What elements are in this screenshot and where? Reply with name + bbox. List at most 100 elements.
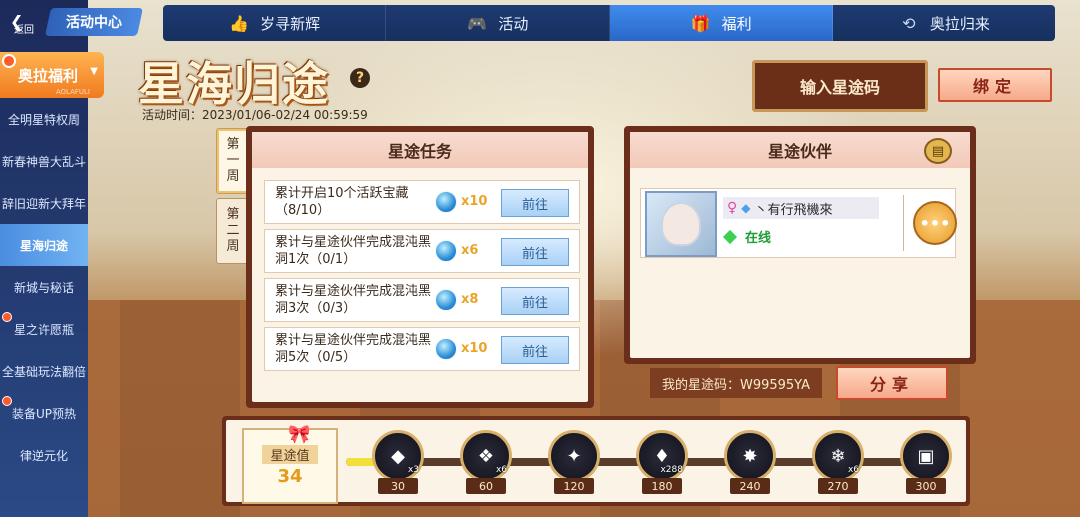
- sidebar: ❮ 返回 奥拉福利 ▼ AOLAFULI 全明星特权周 新春神兽大乱斗 辞旧迎新大拜…: [0, 0, 104, 517]
- activity-center-title: 活动中心: [45, 8, 143, 36]
- sidebar-item-label: 装备UP预热: [11, 406, 77, 421]
- sidebar-item[interactable]: 新春神兽大乱斗: [0, 140, 88, 182]
- tab-2[interactable]: 🎁 福利: [609, 5, 833, 41]
- book-icon[interactable]: ▤: [924, 138, 952, 164]
- star-value-label: 星途值: [262, 445, 318, 464]
- tab-0[interactable]: 👍 岁寻新辉: [163, 5, 387, 41]
- fox-mask-icon: ✦: [566, 445, 582, 467]
- reward-qty: x10: [461, 341, 488, 356]
- activity-center-label: 活动中心: [66, 15, 122, 31]
- golden-badge-icon: ✸: [742, 445, 758, 467]
- help-icon[interactable]: ?: [350, 68, 370, 88]
- reward-threshold: 180: [642, 478, 682, 494]
- category-dropdown[interactable]: 奥拉福利 ▼ AOLAFULI: [0, 52, 104, 98]
- go-button[interactable]: 前往: [501, 287, 569, 315]
- tab-label: 奥拉归来: [929, 14, 990, 33]
- avatar[interactable]: [645, 191, 717, 257]
- return-icon: ⟲: [902, 13, 916, 33]
- sidebar-item[interactable]: 装备UP预热: [0, 392, 88, 434]
- task-row: 累计与星途伙伴完成混沌黑洞3次（0/3） x8 前往: [264, 278, 580, 322]
- chat-button[interactable]: •••: [913, 201, 957, 245]
- category-sub: AOLAFULI: [55, 88, 90, 96]
- week-1-char: 周: [226, 169, 240, 184]
- gem-reward-icon: [435, 240, 457, 262]
- reward-qty: x6: [847, 465, 859, 475]
- back-arrow-icon: ❮: [10, 12, 24, 31]
- sidebar-item-label: 全明星特权周: [7, 112, 80, 127]
- reward-qty: x6: [495, 465, 507, 475]
- enter-code-button[interactable]: 输入星途码: [752, 60, 928, 112]
- enter-code-label: 输入星途码: [799, 78, 880, 97]
- reward-slot[interactable]: ▣: [900, 430, 952, 482]
- clock-badge-icon: [2, 396, 12, 406]
- go-button[interactable]: 前往: [501, 336, 569, 364]
- go-button[interactable]: 前往: [501, 238, 569, 266]
- tab-week-1[interactable]: 第 一 周: [216, 128, 250, 194]
- sidebar-item[interactable]: 全基础玩法翻倍: [0, 350, 88, 392]
- week-2-char: 第: [226, 207, 240, 222]
- category-label: 奥拉福利: [18, 66, 79, 85]
- task-board-title: 星途任务: [252, 132, 588, 168]
- chat-bubble-icon: •••: [919, 213, 951, 233]
- task-row: 累计开启10个活跃宝藏（8/10） x10 前往: [264, 180, 580, 224]
- task-board-inner: 星途任务 累计开启10个活跃宝藏（8/10） x10 前往 累计与星途伙伴完成混沌黑洞…: [252, 132, 588, 402]
- tab-week-2[interactable]: 第 二 周: [216, 198, 250, 264]
- sidebar-item-label: 星之许愿瓶: [13, 322, 74, 337]
- reward-qty: x3: [407, 465, 419, 475]
- back-button[interactable]: ❮ 返回: [4, 8, 44, 36]
- divider: [903, 195, 904, 251]
- task-desc: 累计开启10个活跃宝藏（8/10）: [275, 186, 409, 218]
- sidebar-item[interactable]: 律逆元化: [0, 434, 88, 476]
- partner-board-title: 星途伙伴: [630, 132, 970, 168]
- star-value-card: 🎀 星途值 34: [242, 424, 338, 504]
- share-button[interactable]: 分享: [836, 366, 948, 400]
- reward-slot[interactable]: ◆ x3: [372, 430, 424, 482]
- gem-reward-icon: [435, 191, 457, 213]
- sidebar-item-label: 全基础玩法翻倍: [1, 364, 86, 379]
- my-star-code: 我的星途码：W99595YA: [650, 368, 822, 398]
- bind-button[interactable]: 绑定: [938, 68, 1052, 102]
- sidebar-item[interactable]: 全明星特权周: [0, 98, 88, 140]
- go-button[interactable]: 前往: [501, 189, 569, 217]
- sidebar-item-label: 星海归途: [19, 238, 68, 253]
- reward-slot[interactable]: ✦: [548, 430, 600, 482]
- sidebar-item[interactable]: 星之许愿瓶: [0, 308, 88, 350]
- task-row: 累计与星途伙伴完成混沌黑洞1次（0/1） x6 前往: [264, 229, 580, 273]
- top-nav: 👍 岁寻新辉 🎮 活动 🎁 福利 ⟲ 奥拉归来: [163, 5, 1055, 41]
- clock-icon: [2, 54, 16, 68]
- reward-qty: x10: [461, 194, 488, 209]
- reward-slot[interactable]: ✸: [724, 430, 776, 482]
- tab-label: 活动: [498, 14, 529, 33]
- sidebar-item[interactable]: 星海归途: [0, 224, 88, 266]
- partner-board-inner: 星途伙伴 ▤ ♀ ◆ 丶有行飛機來 在线 •••: [630, 132, 970, 358]
- sidebar-item-label: 律逆元化: [19, 448, 68, 463]
- tab-label: 岁寻新辉: [260, 14, 321, 33]
- partner-name-row: ♀ ◆ 丶有行飛機來: [723, 197, 879, 219]
- reward-threshold: 300: [906, 478, 946, 494]
- reward-slot[interactable]: ♦ x288: [636, 430, 688, 482]
- reward-threshold: 60: [466, 478, 506, 494]
- sidebar-item-label: 辞旧迎新大拜年: [1, 196, 86, 211]
- task-desc: 累计与星途伙伴完成混沌黑洞5次（0/5）: [275, 333, 432, 365]
- reward-threshold: 120: [554, 478, 594, 494]
- page-title: 星海归途: [138, 57, 330, 111]
- progress-track: 🎀 星途值 34 ◆ x3 30 ❖ x6 60 ✦ 120 ♦ x288 180 ✸ 240 ❄ x6 27…: [222, 416, 970, 506]
- partner-name: 丶有行飛機來: [754, 202, 833, 218]
- progress-track-inner: 🎀 星途值 34 ◆ x3 30 ❖ x6 60 ✦ 120 ♦ x288 180 ✸ 240 ❄ x6 27…: [226, 420, 966, 504]
- sidebar-item[interactable]: 辞旧迎新大拜年: [0, 182, 88, 224]
- sidebar-item-label: 新春神兽大乱斗: [1, 154, 86, 169]
- tab-3[interactable]: ⟲ 奥拉归来: [833, 5, 1055, 41]
- online-label: 在线: [745, 231, 772, 246]
- sidebar-item[interactable]: 新城与秘话: [0, 266, 88, 308]
- reward-slot[interactable]: ❖ x6: [460, 430, 512, 482]
- reward-slot[interactable]: ❄ x6: [812, 430, 864, 482]
- reward-qty: x8: [461, 292, 479, 307]
- gift-icon: 🎁: [690, 13, 711, 33]
- event-time: 活动时间：2023/01/06-02/24 00:59:59: [142, 108, 368, 122]
- task-desc: 累计与星途伙伴完成混沌黑洞3次（0/3）: [275, 284, 432, 316]
- avatar-face: [661, 202, 701, 246]
- female-icon: ♀: [727, 200, 738, 216]
- reward-threshold: 270: [818, 478, 858, 494]
- tab-1[interactable]: 🎮 活动: [386, 5, 610, 41]
- portrait-frame-icon: ▣: [917, 445, 935, 467]
